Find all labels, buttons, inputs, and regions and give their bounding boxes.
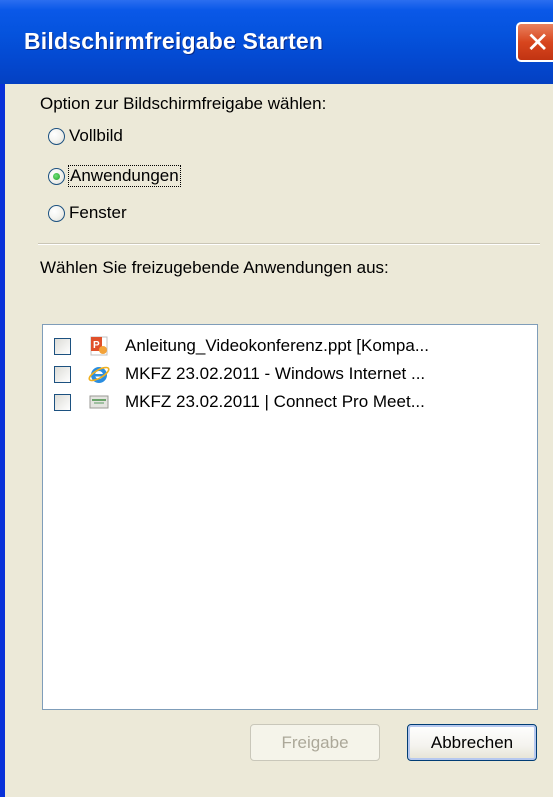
app-label: MKFZ 23.02.2011 | Connect Pro Meet... — [125, 392, 425, 411]
list-item[interactable]: MKFZ 23.02.2011 | Connect Pro Meet... — [43, 389, 537, 417]
list-item[interactable]: MKFZ 23.02.2011 - Windows Internet ... — [43, 361, 537, 389]
title-bar[interactable]: Bildschirmfreigabe Starten ✕ — [0, 0, 553, 84]
connect-pro-icon — [89, 395, 109, 409]
radio-selected-dot — [53, 173, 60, 180]
dialog-window: Bildschirmfreigabe Starten ✕ Option zur … — [0, 0, 553, 797]
window-title: Bildschirmfreigabe Starten — [24, 28, 324, 54]
radio-anwendungen-button[interactable] — [48, 168, 65, 185]
separator — [38, 243, 540, 245]
app-label: Anleitung_Videokonferenz.ppt [Kompa... — [125, 336, 430, 355]
radio-anwendungen-label[interactable]: Anwendungen — [68, 165, 181, 187]
apps-prompt: Wählen Sie freizugebende Anwendungen aus… — [40, 258, 389, 277]
app-label: MKFZ 23.02.2011 - Windows Internet ... — [125, 364, 426, 383]
cancel-button[interactable]: Abbrechen — [407, 724, 537, 761]
app-checkbox[interactable] — [54, 366, 71, 383]
share-option-prompt: Option zur Bildschirmfreigabe wählen: — [40, 94, 327, 113]
close-icon: ✕ — [526, 26, 550, 59]
share-button[interactable]: Freigabe — [250, 724, 380, 761]
radio-fenster-button[interactable] — [48, 205, 65, 222]
app-checkbox[interactable] — [54, 338, 71, 355]
application-list[interactable]: P Anleitung_Videokonferenz.ppt [Kompa...… — [42, 324, 538, 710]
radio-fenster-label[interactable]: Fenster — [69, 203, 127, 223]
svg-text:P: P — [93, 340, 100, 351]
list-item[interactable]: P Anleitung_Videokonferenz.ppt [Kompa... — [43, 333, 537, 361]
powerpoint-icon: P — [90, 336, 108, 356]
app-checkbox[interactable] — [54, 394, 71, 411]
close-button[interactable]: ✕ — [516, 22, 553, 62]
radio-vollbild-button[interactable] — [48, 128, 65, 145]
radio-vollbild-label[interactable]: Vollbild — [69, 126, 123, 146]
internet-explorer-icon — [88, 366, 110, 383]
